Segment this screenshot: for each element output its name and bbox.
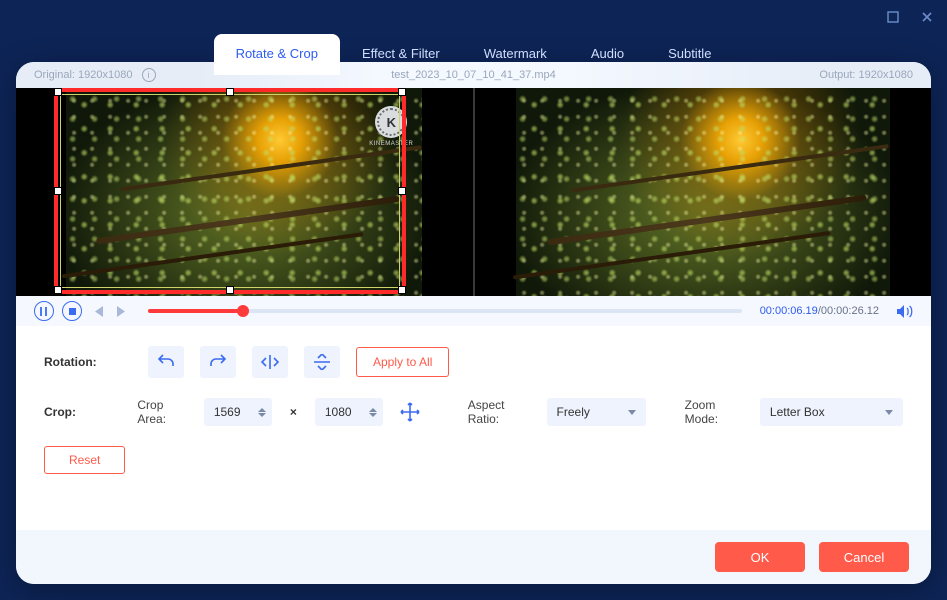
window-close-button[interactable] — [919, 9, 935, 25]
footer: OK Cancel — [16, 530, 931, 584]
tab-effect-filter[interactable]: Effect & Filter — [340, 34, 462, 75]
rotation-row: Rotation: Apply to All — [44, 346, 903, 378]
pause-button[interactable] — [34, 301, 54, 321]
crop-handle-w[interactable] — [55, 188, 61, 194]
cancel-button[interactable]: Cancel — [819, 542, 909, 572]
flip-vertical-button[interactable] — [304, 346, 340, 378]
crop-area-label: Crop Area: — [137, 398, 187, 426]
player-bar: 00:00:06.19/00:00:26.12 — [16, 296, 931, 326]
rotation-label: Rotation: — [44, 355, 132, 369]
volume-icon[interactable] — [895, 302, 913, 320]
aspect-ratio-value: Freely — [557, 405, 590, 419]
rotate-left-button[interactable] — [148, 346, 184, 378]
stop-button[interactable] — [62, 301, 82, 321]
main-panel: Original: 1920x1080 i test_2023_10_07_10… — [16, 62, 931, 584]
ok-button[interactable]: OK — [715, 542, 805, 572]
crop-label: Crop: — [44, 405, 121, 419]
zoom-mode-select[interactable]: Letter Box — [760, 398, 903, 426]
reset-button[interactable]: Reset — [44, 446, 125, 474]
seek-bar[interactable] — [148, 309, 742, 313]
crop-handle-se[interactable] — [399, 287, 405, 293]
tab-subtitle[interactable]: Subtitle — [646, 34, 733, 75]
crop-handle-sw[interactable] — [55, 287, 61, 293]
titlebar — [0, 0, 947, 34]
crop-width-input[interactable] — [214, 405, 256, 419]
time-display: 00:00:06.19/00:00:26.12 — [760, 305, 879, 317]
tab-rotate-crop[interactable]: Rotate & Crop — [214, 34, 340, 75]
crop-row: Crop: Crop Area: × Aspect Ratio: Freely — [44, 398, 903, 426]
crop-height-up[interactable] — [369, 408, 377, 412]
tab-audio[interactable]: Audio — [569, 34, 646, 75]
preview-output-image — [516, 88, 890, 296]
crop-width-down[interactable] — [258, 413, 266, 417]
chevron-down-icon — [628, 410, 636, 415]
crop-handle-s[interactable] — [227, 287, 233, 293]
rotate-right-button[interactable] — [200, 346, 236, 378]
tab-bar: Rotate & Crop Effect & Filter Watermark … — [0, 34, 947, 75]
prev-frame-button[interactable] — [90, 303, 106, 319]
aspect-ratio-select[interactable]: Freely — [547, 398, 646, 426]
aspect-ratio-label: Aspect Ratio: — [468, 398, 531, 426]
crop-height-down[interactable] — [369, 413, 377, 417]
crop-handle-ne[interactable] — [399, 89, 405, 95]
crop-height-field[interactable] — [315, 398, 383, 426]
next-frame-button[interactable] — [114, 303, 130, 319]
crop-width-up[interactable] — [258, 408, 266, 412]
zoom-mode-value: Letter Box — [770, 405, 825, 419]
seek-thumb[interactable] — [237, 305, 249, 317]
crop-height-input[interactable] — [325, 405, 367, 419]
apply-to-all-button[interactable]: Apply to All — [356, 347, 449, 377]
zoom-mode-label: Zoom Mode: — [685, 398, 744, 426]
crop-width-field[interactable] — [204, 398, 272, 426]
crop-position-button[interactable] — [399, 399, 422, 425]
crop-handle-e[interactable] — [399, 188, 405, 194]
preview-output-pane — [473, 88, 932, 296]
crop-handle-nw[interactable] — [55, 89, 61, 95]
preview-original-pane[interactable]: K KINEMASTER — [16, 88, 473, 296]
crop-handle-n[interactable] — [227, 89, 233, 95]
flip-horizontal-button[interactable] — [252, 346, 288, 378]
preview-area: K KINEMASTER — [16, 88, 931, 296]
crop-times-icon: × — [288, 405, 299, 419]
tab-watermark[interactable]: Watermark — [462, 34, 569, 75]
window-maximize-button[interactable] — [885, 9, 901, 25]
chevron-down-icon — [885, 410, 893, 415]
controls-area: Rotation: Apply to All Crop: Crop Area: — [16, 326, 931, 488]
crop-rectangle[interactable] — [54, 88, 406, 294]
